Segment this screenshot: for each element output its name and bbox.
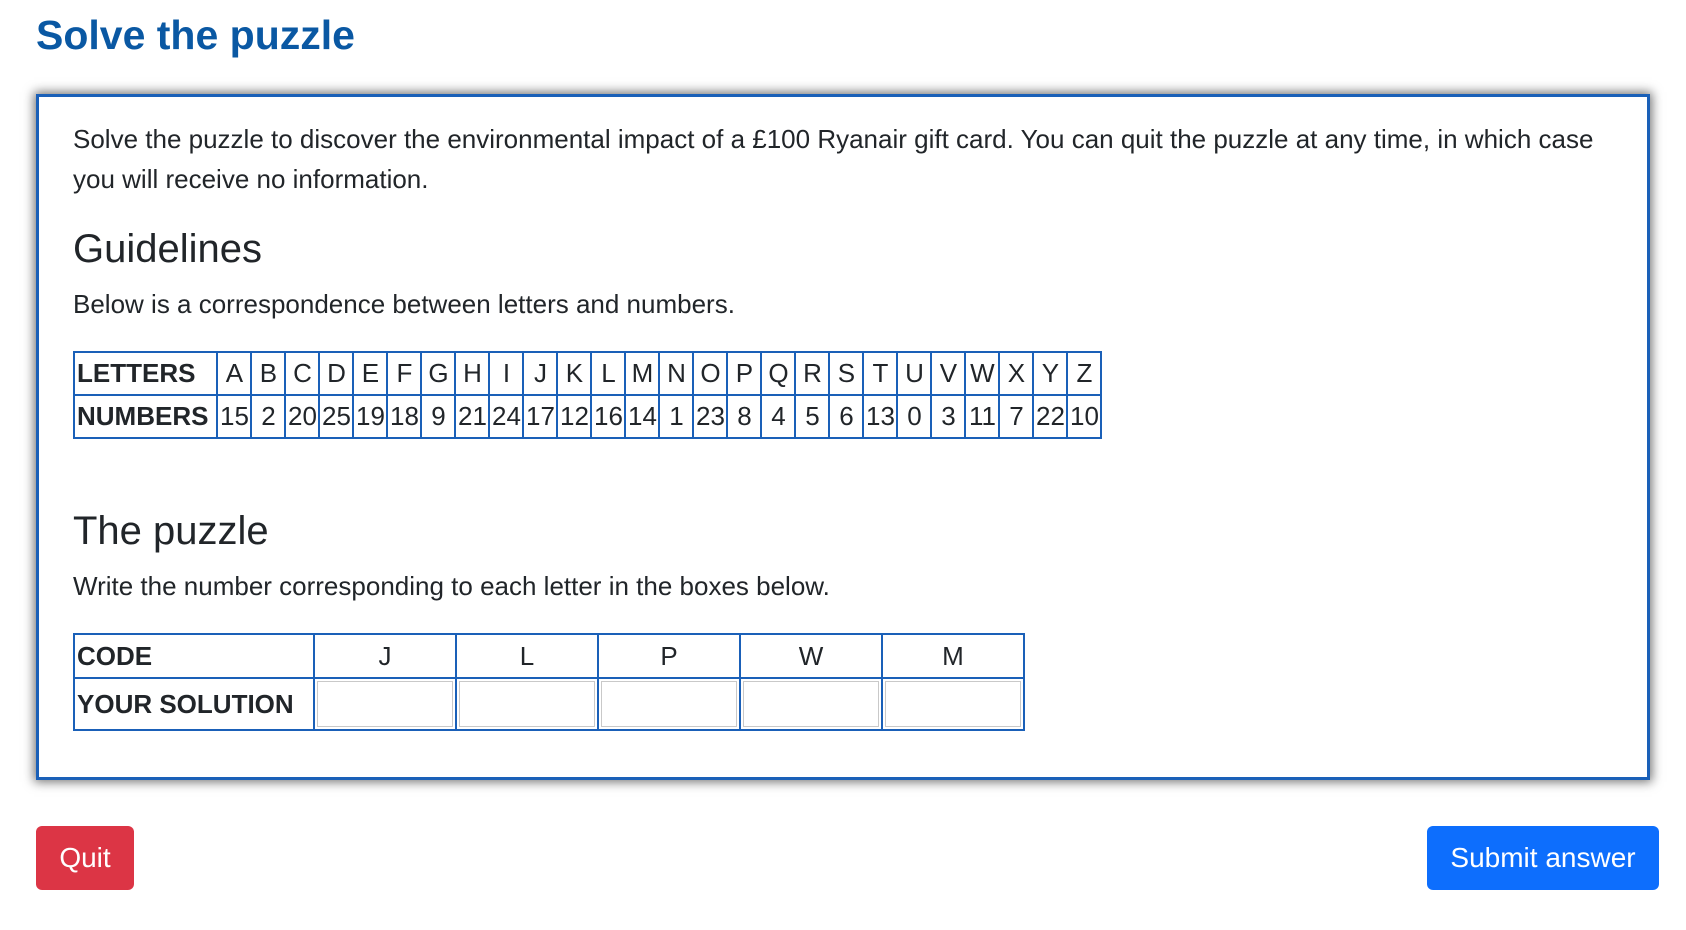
quit-button[interactable]: Quit <box>36 826 134 890</box>
solution-label: YOUR SOLUTION <box>73 677 315 731</box>
number-cell: 8 <box>726 394 763 439</box>
number-cell: 10 <box>1066 394 1103 439</box>
number-cell: 6 <box>828 394 865 439</box>
number-cell: 15 <box>216 394 253 439</box>
letter-cell: W <box>964 351 1001 396</box>
correspondence-table: LETTERS ABCDEFGHIJKLMNOPQRSTUVWXYZ NUMBE… <box>72 351 1103 439</box>
code-letter-cell: M <box>881 633 1025 679</box>
letter-cell: H <box>454 351 491 396</box>
number-cell: 21 <box>454 394 491 439</box>
number-cell: 14 <box>624 394 661 439</box>
letters-row: LETTERS ABCDEFGHIJKLMNOPQRSTUVWXYZ <box>72 351 1103 396</box>
number-cell: 0 <box>896 394 933 439</box>
number-cell: 1 <box>658 394 695 439</box>
letter-cell: D <box>318 351 355 396</box>
number-cell: 19 <box>352 394 389 439</box>
number-cell: 2 <box>250 394 287 439</box>
puzzle-text: Write the number corresponding to each l… <box>73 571 830 601</box>
solution-cell <box>739 677 883 731</box>
letter-cell: O <box>692 351 729 396</box>
puzzle-heading: The puzzle <box>73 509 269 553</box>
letter-cell: B <box>250 351 287 396</box>
number-cell: 9 <box>420 394 457 439</box>
letter-cell: X <box>998 351 1035 396</box>
submit-answer-button[interactable]: Submit answer <box>1427 826 1659 890</box>
number-cell: 17 <box>522 394 559 439</box>
letter-cell: N <box>658 351 695 396</box>
solution-input[interactable] <box>743 681 879 727</box>
number-cell: 4 <box>760 394 797 439</box>
puzzle-page: Solve the puzzle Solve the puzzle to dis… <box>0 0 1686 930</box>
letter-cell: I <box>488 351 525 396</box>
number-cell: 12 <box>556 394 593 439</box>
page-title: Solve the puzzle <box>36 12 355 58</box>
letter-cell: P <box>726 351 763 396</box>
letter-cell: U <box>896 351 933 396</box>
code-label: CODE <box>73 633 315 679</box>
letter-cell: Q <box>760 351 797 396</box>
solution-input[interactable] <box>317 681 453 727</box>
letter-cell: L <box>590 351 627 396</box>
number-cell: 13 <box>862 394 899 439</box>
solution-cell <box>881 677 1025 731</box>
intro-text: Solve the puzzle to discover the environ… <box>73 124 1594 194</box>
letter-cell: T <box>862 351 899 396</box>
number-cell: 3 <box>930 394 967 439</box>
number-cell: 23 <box>692 394 729 439</box>
letter-cell: G <box>420 351 457 396</box>
letter-cell: K <box>556 351 593 396</box>
numbers-row: NUMBERS 15 2 20 25 19 18 9 21 24 17 12 16 14 1 23 8 4 5 6 1… <box>72 394 1103 439</box>
guidelines-heading: Guidelines <box>73 227 263 271</box>
number-cell: 16 <box>590 394 627 439</box>
solution-cell <box>455 677 599 731</box>
number-cell: 7 <box>998 394 1035 439</box>
guidelines-text: Below is a correspondence between letter… <box>73 289 735 319</box>
letter-cell: V <box>930 351 967 396</box>
number-cell: 25 <box>318 394 355 439</box>
number-cell: 18 <box>386 394 423 439</box>
code-letter-cell: J <box>313 633 457 679</box>
letter-cell: C <box>284 351 321 396</box>
code-letter-cell: L <box>455 633 599 679</box>
solution-cell <box>597 677 741 731</box>
solution-row: YOUR SOLUTION <box>73 677 1025 731</box>
puzzle-card: Solve the puzzle to discover the environ… <box>36 94 1650 780</box>
code-table: CODE JLPWM YOUR SOLUTION <box>73 633 1025 731</box>
letters-label: LETTERS <box>72 351 219 396</box>
letter-cell: R <box>794 351 831 396</box>
letter-cell: A <box>216 351 253 396</box>
code-letter-cell: W <box>739 633 883 679</box>
number-cell: 5 <box>794 394 831 439</box>
letter-cell: Y <box>1032 351 1069 396</box>
code-row: CODE JLPWM <box>73 633 1025 679</box>
number-cell: 11 <box>964 394 1001 439</box>
letter-cell: J <box>522 351 559 396</box>
numbers-label: NUMBERS <box>72 394 219 439</box>
letter-cell: S <box>828 351 865 396</box>
solution-input[interactable] <box>459 681 595 727</box>
letter-cell: F <box>386 351 423 396</box>
letter-cell: Z <box>1066 351 1103 396</box>
number-cell: 24 <box>488 394 525 439</box>
letter-cell: E <box>352 351 389 396</box>
solution-cell <box>313 677 457 731</box>
number-cell: 22 <box>1032 394 1069 439</box>
solution-input[interactable] <box>601 681 737 727</box>
letter-cell: M <box>624 351 661 396</box>
number-cell: 20 <box>284 394 321 439</box>
solution-input[interactable] <box>885 681 1021 727</box>
code-letter-cell: P <box>597 633 741 679</box>
